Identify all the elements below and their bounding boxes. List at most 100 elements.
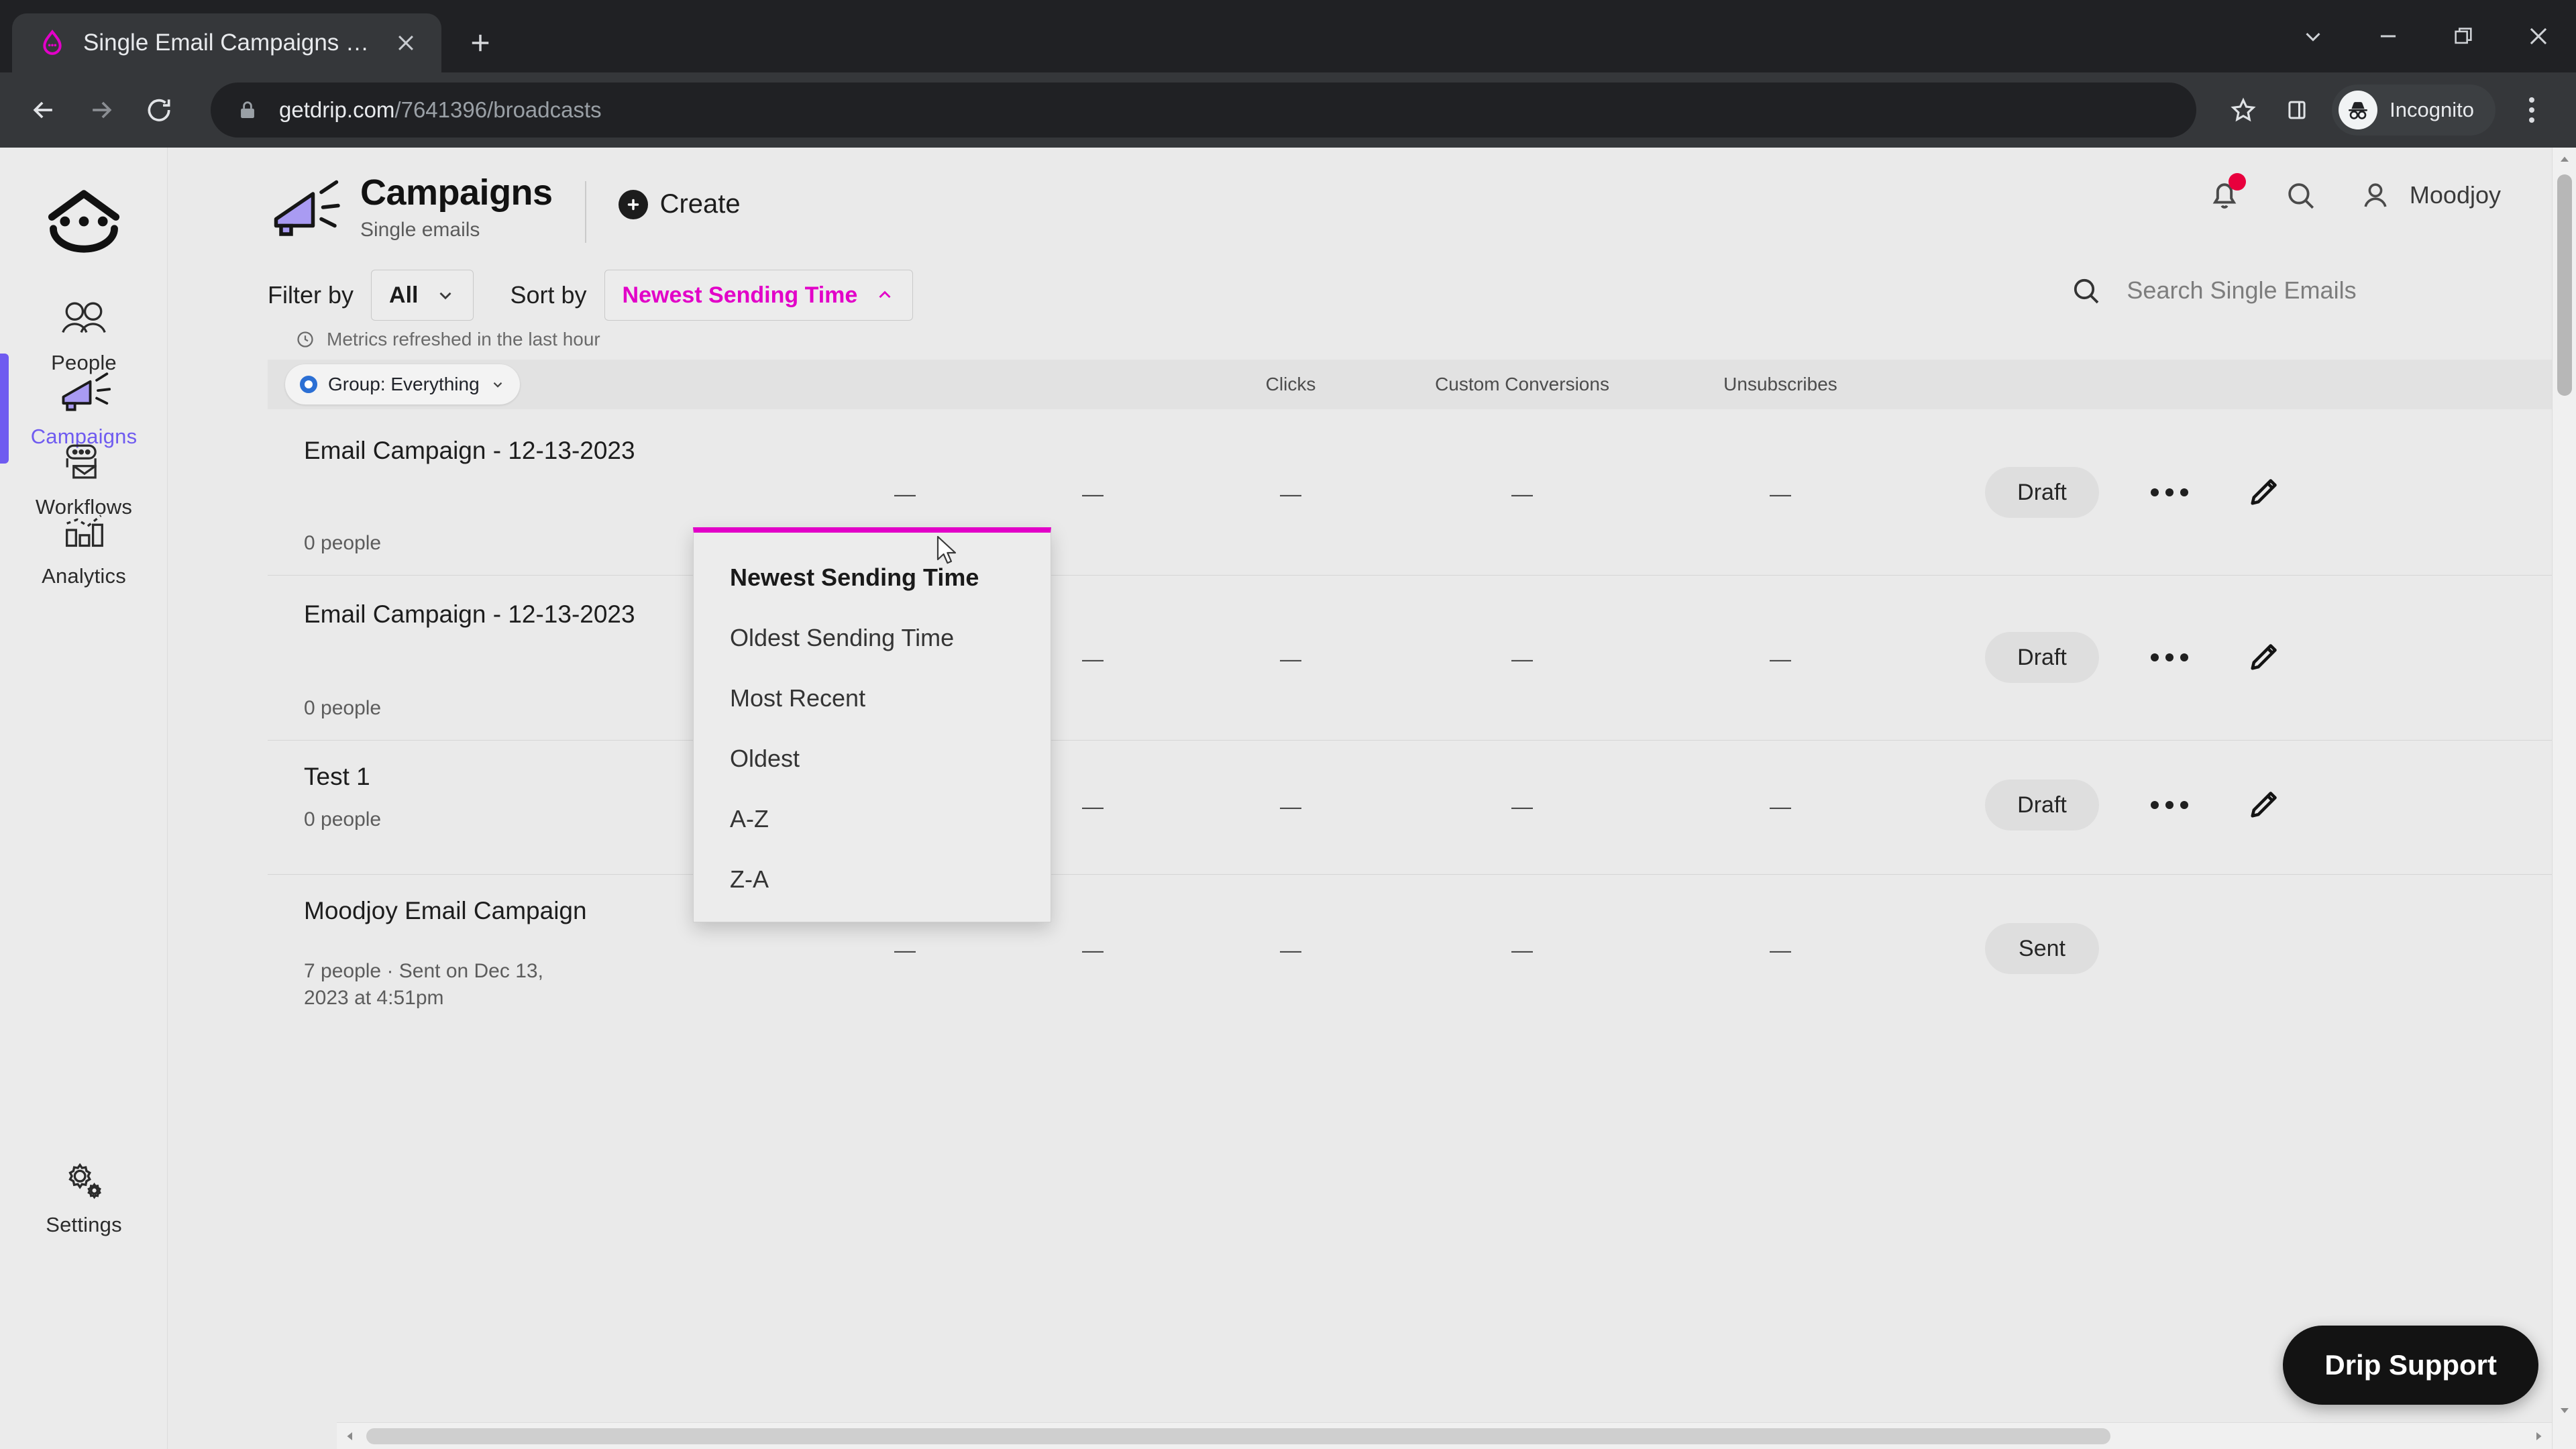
search-area: [2069, 271, 2512, 310]
sort-dropdown-menu[interactable]: Newest Sending Time Oldest Sending Time …: [693, 527, 1051, 922]
sort-option-newest-sending-time[interactable]: Newest Sending Time: [694, 547, 1051, 608]
filter-select[interactable]: All: [371, 270, 474, 321]
close-icon[interactable]: [388, 25, 424, 61]
metrics-note-text: Metrics refreshed in the last hour: [327, 329, 600, 350]
new-tab-button[interactable]: [456, 19, 504, 67]
lock-icon: [236, 99, 259, 121]
drip-logo-icon[interactable]: [40, 184, 127, 258]
cell-value: —: [1280, 938, 1301, 962]
more-horizontal-icon[interactable]: [2139, 782, 2200, 828]
side-panel-icon[interactable]: [2270, 83, 2324, 137]
sort-option-a-z[interactable]: A-Z: [694, 789, 1051, 849]
campaign-meta: 0 people: [304, 808, 382, 830]
table-row[interactable]: Email Campaign - 12-13-2023 0 people — —…: [268, 409, 2576, 576]
triangle-down-icon[interactable]: [2553, 1398, 2576, 1422]
vertical-scroll-thumb[interactable]: [2557, 174, 2572, 396]
kebab-menu-icon[interactable]: [2505, 83, 2559, 137]
pencil-icon[interactable]: [2240, 782, 2287, 828]
plus-circle-icon: [618, 189, 648, 219]
search-input[interactable]: [2127, 276, 2512, 305]
table-row[interactable]: Moodjoy Email Campaign 7 people · Sent o…: [268, 875, 2576, 1042]
megaphone-icon: [268, 178, 341, 243]
sort-select[interactable]: Newest Sending Time: [604, 270, 914, 321]
clock-icon: [294, 329, 316, 350]
forward-button[interactable]: [72, 81, 130, 139]
sort-by-label: Sort by: [510, 281, 587, 309]
sort-option-most-recent[interactable]: Most Recent: [694, 668, 1051, 729]
star-icon[interactable]: [2216, 83, 2270, 137]
incognito-icon: [2339, 91, 2378, 129]
cell-value: —: [1511, 647, 1533, 671]
reload-button[interactable]: [130, 81, 188, 139]
horizontal-scroll-thumb[interactable]: [366, 1428, 2110, 1444]
cell-value: —: [1082, 482, 1104, 506]
status-badge: Sent: [1985, 923, 2099, 974]
sidebar-item-analytics[interactable]: Analytics: [0, 505, 168, 588]
sidebar-item-label: Analytics: [42, 564, 126, 588]
cell-value: —: [1770, 794, 1791, 818]
sort-option-oldest[interactable]: Oldest: [694, 729, 1051, 789]
header-actions: Moodjoy: [2206, 173, 2501, 216]
filter-select-value: All: [389, 282, 419, 308]
more-horizontal-icon[interactable]: [2139, 469, 2200, 516]
cell-value: —: [1770, 938, 1791, 962]
triangle-right-icon[interactable]: [2525, 1423, 2552, 1449]
campaign-meta: 7 people · Sent on Dec 13, 2023 at 4:51p…: [304, 960, 543, 1009]
campaign-name[interactable]: Moodjoy Email Campaign: [304, 895, 706, 926]
sort-select-value: Newest Sending Time: [622, 282, 858, 308]
url-path: /7641396/broadcasts: [394, 97, 602, 122]
drip-favicon-icon: [39, 30, 66, 56]
browser-window: Single Email Campaigns · Drip: [0, 0, 2576, 1449]
vertical-scrollbar[interactable]: [2552, 148, 2576, 1449]
campaign-name[interactable]: Email Campaign - 12-13-2023: [304, 598, 706, 630]
table-row[interactable]: Test 1 0 people — — — — — Draft: [268, 741, 2576, 875]
campaign-name[interactable]: Test 1: [304, 761, 706, 792]
url-host: getdrip.com: [279, 97, 395, 122]
url-text: getdrip.com/7641396/broadcasts: [279, 97, 602, 123]
sidebar-item-people[interactable]: People: [0, 292, 168, 375]
cell-value: —: [894, 482, 916, 506]
close-window-button[interactable]: [2501, 0, 2576, 72]
page-header: Campaigns Single emails Create Moodjoy: [168, 148, 2576, 262]
cell-value: —: [1082, 938, 1104, 962]
tab-title: Single Email Campaigns · Drip: [83, 30, 370, 56]
account-name: Moodjoy: [2409, 181, 2501, 209]
sidebar-item-settings[interactable]: Settings: [0, 1154, 168, 1237]
campaign-name[interactable]: Email Campaign - 12-13-2023: [304, 435, 706, 466]
address-bar[interactable]: getdrip.com/7641396/broadcasts: [211, 83, 2197, 138]
triangle-left-icon[interactable]: [337, 1423, 364, 1449]
campaign-meta: 0 people: [304, 532, 382, 554]
sort-option-oldest-sending-time[interactable]: Oldest Sending Time: [694, 608, 1051, 668]
group-circle-icon: [300, 376, 317, 393]
metrics-note: Metrics refreshed in the last hour: [294, 329, 2576, 350]
column-header-unsubscribes: Unsubscribes: [1723, 374, 1837, 394]
create-button[interactable]: Create: [618, 189, 741, 219]
cell-value: —: [1770, 647, 1791, 671]
horizontal-scrollbar[interactable]: [337, 1422, 2552, 1449]
group-filter-chip[interactable]: Group: Everything: [285, 364, 520, 405]
search-icon[interactable]: [2069, 271, 2102, 310]
tab-strip: Single Email Campaigns · Drip: [0, 0, 2576, 72]
column-header-clicks: Clicks: [1265, 374, 1316, 394]
app-sidebar: People Campaigns Workflows Analytics Set…: [0, 148, 168, 1449]
minimize-button[interactable]: [2351, 0, 2426, 72]
account-menu[interactable]: Moodjoy: [2356, 176, 2501, 215]
tab-search-button[interactable]: [2275, 0, 2351, 72]
back-button[interactable]: [15, 81, 72, 139]
page-viewport: People Campaigns Workflows Analytics Set…: [0, 148, 2576, 1449]
table-row[interactable]: Email Campaign - 12-13-2023 0 people — —…: [268, 576, 2576, 741]
mouse-cursor: [936, 535, 961, 568]
sort-option-z-a[interactable]: Z-A: [694, 849, 1051, 910]
triangle-up-icon[interactable]: [2553, 148, 2576, 172]
search-icon[interactable]: [2281, 176, 2320, 215]
window-controls: [2275, 0, 2576, 72]
create-label: Create: [659, 189, 741, 219]
notifications-button[interactable]: [2206, 173, 2246, 216]
profile-pill[interactable]: Incognito: [2332, 85, 2496, 136]
browser-tab[interactable]: Single Email Campaigns · Drip: [12, 13, 441, 72]
more-horizontal-icon[interactable]: [2139, 634, 2200, 681]
pencil-icon[interactable]: [2240, 469, 2287, 516]
drip-support-button[interactable]: Drip Support: [2283, 1326, 2538, 1405]
pencil-icon[interactable]: [2240, 634, 2287, 681]
maximize-button[interactable]: [2426, 0, 2501, 72]
